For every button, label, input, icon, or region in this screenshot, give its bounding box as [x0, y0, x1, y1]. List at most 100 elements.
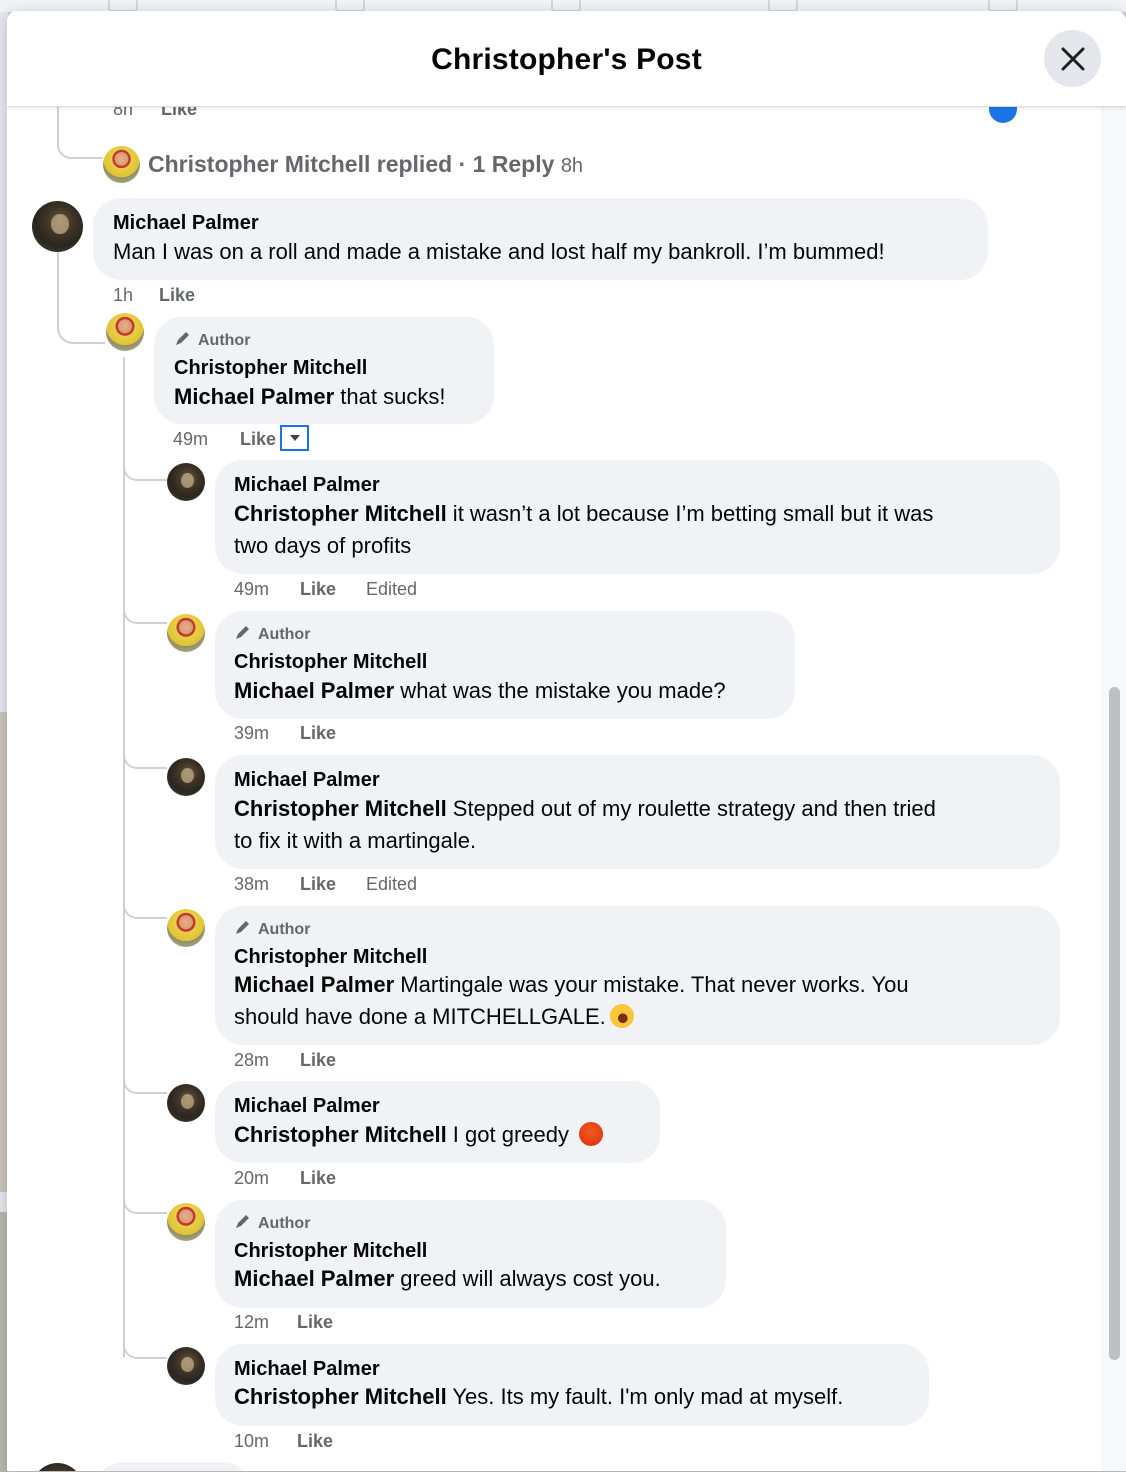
comment-author[interactable]: Michael Palmer: [113, 212, 259, 235]
comment-bubble: Author Christopher Mitchell Michael Palm…: [154, 317, 494, 424]
mention[interactable]: Christopher Mitchell: [234, 796, 447, 821]
avatar[interactable]: [103, 146, 140, 183]
thread-line: [57, 107, 103, 159]
comment-text: two days of profits: [234, 533, 412, 558]
reaction-dropdown-button[interactable]: [280, 425, 309, 451]
thread-line: [123, 1052, 167, 1094]
avatar[interactable]: [32, 1463, 83, 1471]
comment-text: to fix it with a martingale.: [234, 828, 477, 853]
comment-text: Man I was on a roll and made a mistake a…: [113, 239, 885, 264]
pencil-icon: [176, 332, 189, 345]
reaction-icon: [989, 107, 1017, 123]
comment-text: Christopher Mitchell Yes. Its my fault. …: [234, 1384, 844, 1409]
comment-author[interactable]: Christopher Mitchell: [234, 1240, 427, 1263]
scrollbar-thumb[interactable]: [1109, 687, 1120, 1360]
avatar[interactable]: [167, 1347, 205, 1385]
comment-text: Michael Palmer that sucks!: [174, 384, 446, 409]
avatar[interactable]: [167, 614, 205, 652]
like-link[interactable]: Like: [240, 429, 276, 450]
avatar[interactable]: [167, 758, 205, 796]
comment-text: Michael Palmer Martingale was your mista…: [234, 972, 909, 997]
author-badge: Author: [234, 918, 310, 939]
thread-line: [57, 252, 105, 344]
like-link[interactable]: Like: [161, 107, 197, 120]
comment-author[interactable]: Michael Palmer: [234, 474, 380, 497]
thread-line: [123, 447, 167, 481]
mention[interactable]: Michael Palmer: [234, 678, 394, 703]
comment-author[interactable]: Christopher Mitchell: [234, 651, 427, 674]
view-replies-link[interactable]: Christopher Mitchell replied · 1 Reply 8…: [148, 151, 583, 178]
like-link[interactable]: Like: [159, 285, 195, 306]
author-badge: Author: [234, 623, 310, 644]
close-button[interactable]: [1044, 30, 1101, 87]
comment-bubble: Michael Palmer Man I was on a roll and m…: [93, 198, 988, 280]
comment-time: 49m: [173, 429, 209, 449]
comment-bubble: Michael Palmer Christopher Mitchell Yes.…: [215, 1344, 929, 1426]
mention[interactable]: Christopher Mitchell: [234, 1384, 447, 1409]
avatar[interactable]: [167, 1203, 205, 1241]
comment-text: should have done a MITCHELLGALE.: [234, 1000, 638, 1033]
mention[interactable]: Christopher Mitchell: [234, 1122, 447, 1147]
comment-time: 39m: [234, 723, 270, 743]
comment-time: 10m: [234, 1431, 270, 1451]
mention[interactable]: Michael Palmer: [234, 972, 394, 997]
comment-text: Michael Palmer greed will always cost yo…: [234, 1266, 661, 1291]
laughing-emoji-icon: [606, 1000, 638, 1032]
comment-text: Michael Palmer what was the mistake you …: [234, 678, 726, 703]
edited-label: Edited: [366, 874, 418, 894]
dialog-header: Christopher's Post: [7, 11, 1126, 107]
avatar[interactable]: [167, 1084, 205, 1122]
like-link[interactable]: Like: [297, 1312, 333, 1333]
replied-time: 8h: [560, 155, 584, 177]
like-link[interactable]: Like: [300, 874, 336, 895]
thread-line: [123, 727, 167, 769]
comment-time: 1h: [113, 285, 134, 305]
pencil-icon: [236, 921, 249, 934]
avatar[interactable]: [167, 463, 205, 501]
like-link[interactable]: Like: [300, 1050, 336, 1071]
angry-emoji-icon: [579, 1122, 604, 1146]
comment-time: 20m: [234, 1168, 270, 1188]
like-link[interactable]: Like: [300, 579, 336, 600]
replied-name: Christopher Mitchell replied: [148, 151, 453, 177]
thread-line: [123, 577, 167, 624]
mention[interactable]: Michael Palmer: [234, 1266, 394, 1291]
comment-bubble: Author Christopher Mitchell Michael Palm…: [215, 1200, 726, 1308]
pencil-icon: [236, 1215, 249, 1228]
comment-bubble: Author Christopher Mitchell Michael Palm…: [215, 906, 1060, 1045]
thread-line: [123, 877, 167, 919]
comment-bubble: Michael Palmer Christopher Mitchell it w…: [215, 460, 1060, 574]
avatar[interactable]: [167, 909, 205, 947]
comment-bubble: Michael Palmer Christopher Mitchell I go…: [215, 1081, 660, 1163]
comment-time: 8h: [113, 107, 134, 119]
comment-author[interactable]: Michael Palmer: [234, 769, 380, 792]
comment-bubble: Author Christopher Mitchell Michael Palm…: [215, 611, 795, 719]
like-link[interactable]: Like: [300, 723, 336, 744]
author-badge: Author: [174, 329, 250, 350]
edited-label: Edited: [366, 579, 418, 599]
comment-bubble: [95, 1462, 251, 1471]
comment-time: 28m: [234, 1050, 270, 1070]
comment-time: 49m: [234, 579, 270, 599]
comment-author[interactable]: Michael Palmer: [234, 1358, 380, 1381]
author-badge: Author: [234, 1212, 310, 1233]
like-link[interactable]: Like: [297, 1431, 333, 1452]
thread-line: [123, 1172, 167, 1214]
comment-bubble: Michael Palmer Christopher Mitchell Step…: [215, 755, 1060, 869]
comment-text: Christopher Mitchell Stepped out of my r…: [234, 796, 936, 821]
comment-text: Christopher Mitchell it wasn’t a lot bec…: [234, 501, 934, 526]
pencil-icon: [236, 626, 249, 639]
avatar[interactable]: [32, 201, 83, 252]
thread-line: [123, 1317, 167, 1359]
comment-author[interactable]: Christopher Mitchell: [174, 357, 367, 380]
comments-scroll-area[interactable]: 8h Like Christopher Mitchell replied · 1…: [7, 107, 1126, 1471]
comment-author[interactable]: Christopher Mitchell: [234, 946, 427, 969]
close-icon: [1061, 47, 1084, 70]
like-link[interactable]: Like: [300, 1168, 336, 1189]
mention[interactable]: Christopher Mitchell: [234, 501, 447, 526]
comment-author[interactable]: Michael Palmer: [234, 1095, 380, 1118]
comment-time: 38m: [234, 874, 270, 894]
mention[interactable]: Michael Palmer: [174, 384, 334, 409]
avatar[interactable]: [106, 313, 144, 351]
comment-time: 12m: [234, 1312, 270, 1332]
